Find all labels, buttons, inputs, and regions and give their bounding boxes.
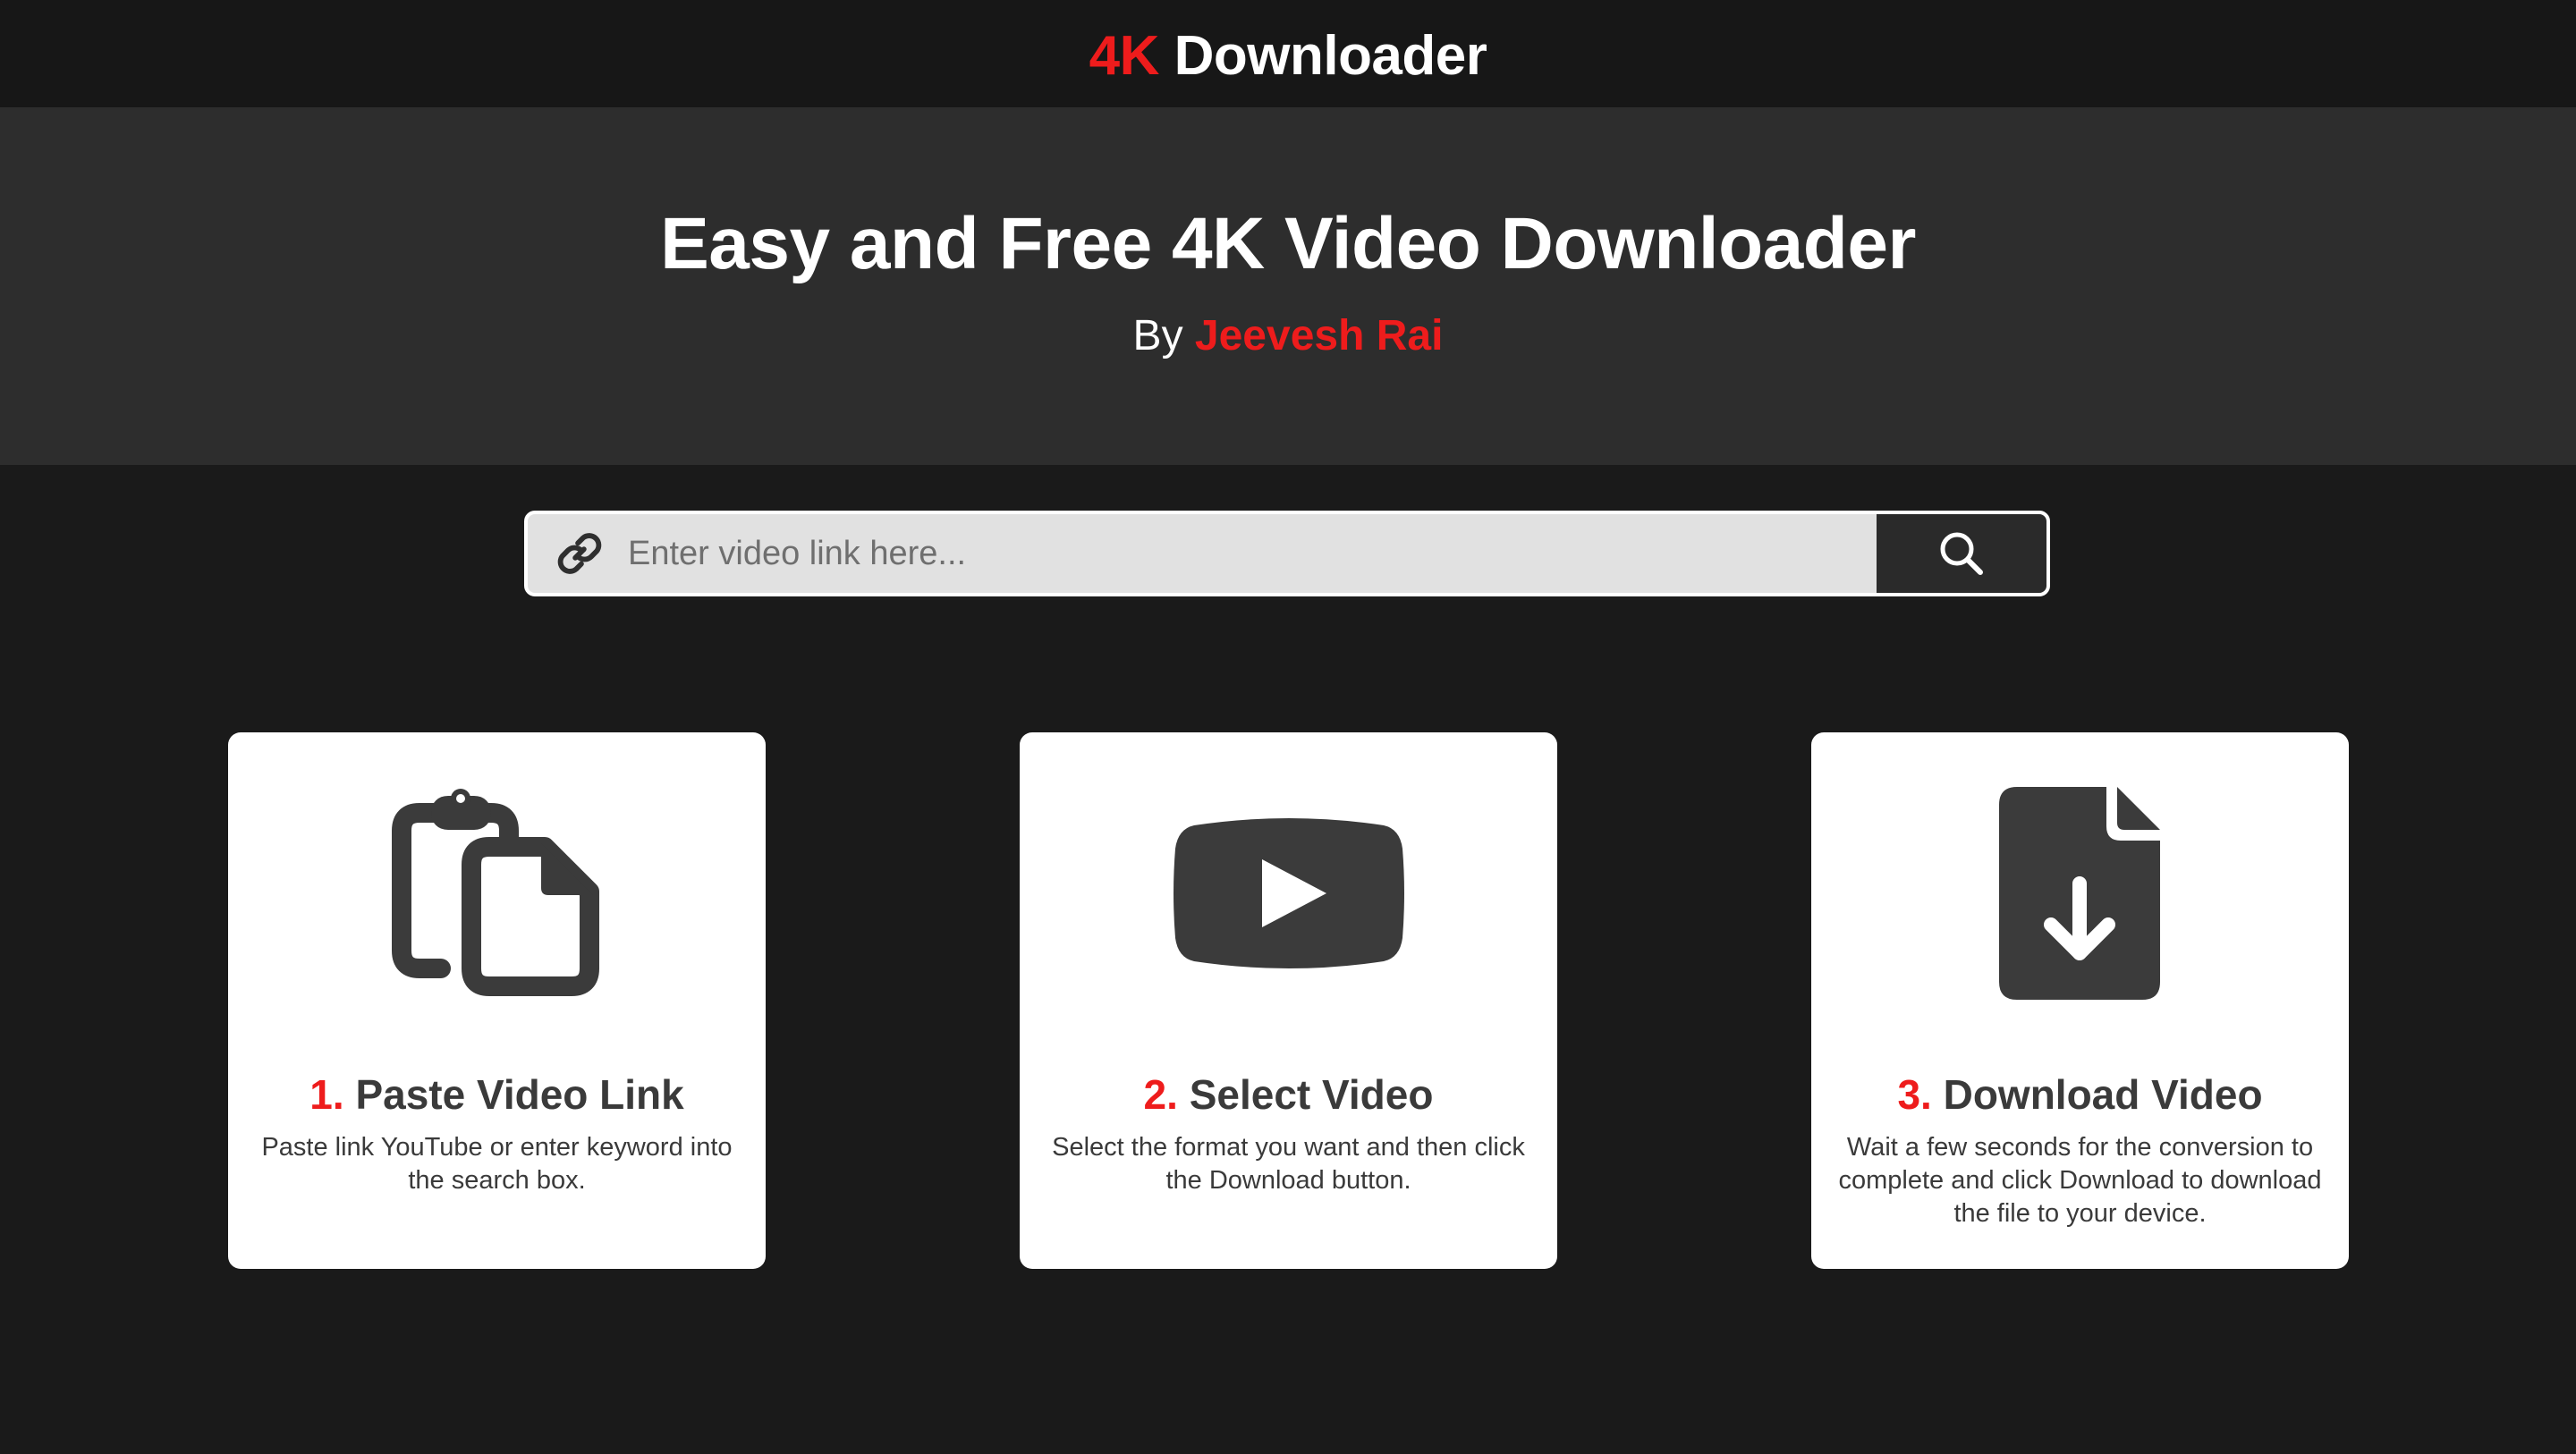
brand-accent: 4K	[1089, 25, 1160, 87]
step-title: 3. Download Video	[1811, 1074, 2349, 1115]
search-icon	[1936, 528, 1987, 579]
brand-logo[interactable]: 4K Downloader	[1089, 29, 1487, 84]
search-field	[528, 514, 1877, 593]
search-bar	[524, 511, 2050, 596]
top-bar: 4K Downloader	[0, 0, 2576, 107]
step-title-text: Download Video	[1943, 1071, 2263, 1118]
clipboard-paste-icon	[228, 786, 766, 1001]
youtube-play-icon	[1020, 786, 1557, 1001]
link-icon	[551, 525, 608, 582]
step-description: Paste link YouTube or enter keyword into…	[261, 1133, 733, 1195]
author-name: Jeevesh Rai	[1194, 312, 1444, 359]
step-title-text: Select Video	[1189, 1071, 1434, 1118]
step-number: 2.	[1143, 1071, 1178, 1118]
step-title-text: Paste Video Link	[355, 1071, 684, 1118]
step-description: Select the format you want and then clic…	[1052, 1133, 1525, 1195]
step-card-select: 2. Select Video Select the format you wa…	[1020, 732, 1557, 1269]
hero-subtitle: By Jeevesh Rai	[0, 315, 2576, 358]
search-input[interactable]	[626, 517, 1877, 590]
step-title: 1. Paste Video Link	[228, 1074, 766, 1115]
step-number: 3.	[1897, 1071, 1932, 1118]
page-title: Easy and Free 4K Video Downloader	[660, 203, 1916, 284]
step-card-download: 3. Download Video Wait a few seconds for…	[1811, 732, 2349, 1269]
step-description: Wait a few seconds for the conversion to…	[1838, 1133, 2322, 1228]
search-button[interactable]	[1877, 514, 2046, 593]
brand-name: Downloader	[1174, 25, 1487, 87]
by-label: By	[1132, 312, 1183, 359]
step-number: 1.	[309, 1071, 344, 1118]
step-title: 2. Select Video	[1020, 1074, 1557, 1115]
file-download-icon	[1811, 786, 2349, 1001]
step-card-paste: 1. Paste Video Link Paste link YouTube o…	[228, 732, 766, 1269]
hero-section: Easy and Free 4K Video Downloader By Jee…	[0, 107, 2576, 465]
